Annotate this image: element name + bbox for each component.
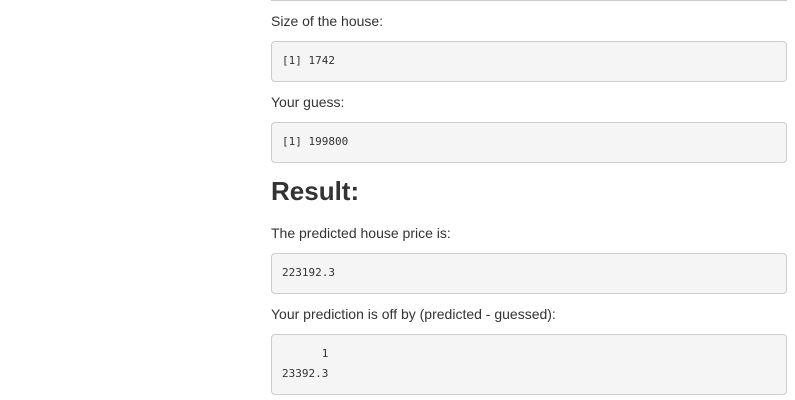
guess-output: [1] 199800 — [271, 122, 787, 163]
off-by-label: Your prediction is off by (predicted - g… — [271, 306, 556, 322]
size-label: Size of the house: — [271, 13, 384, 29]
predicted-price-output: 223192.3 — [271, 253, 787, 294]
off-by-output: 1 23392.3 — [271, 334, 787, 395]
guess-label: Your guess: — [271, 94, 345, 110]
result-heading: Result: — [271, 176, 360, 206]
size-output: [1] 1742 — [271, 41, 787, 82]
top-divider — [271, 0, 787, 1]
predicted-price-label: The predicted house price is: — [271, 225, 451, 241]
